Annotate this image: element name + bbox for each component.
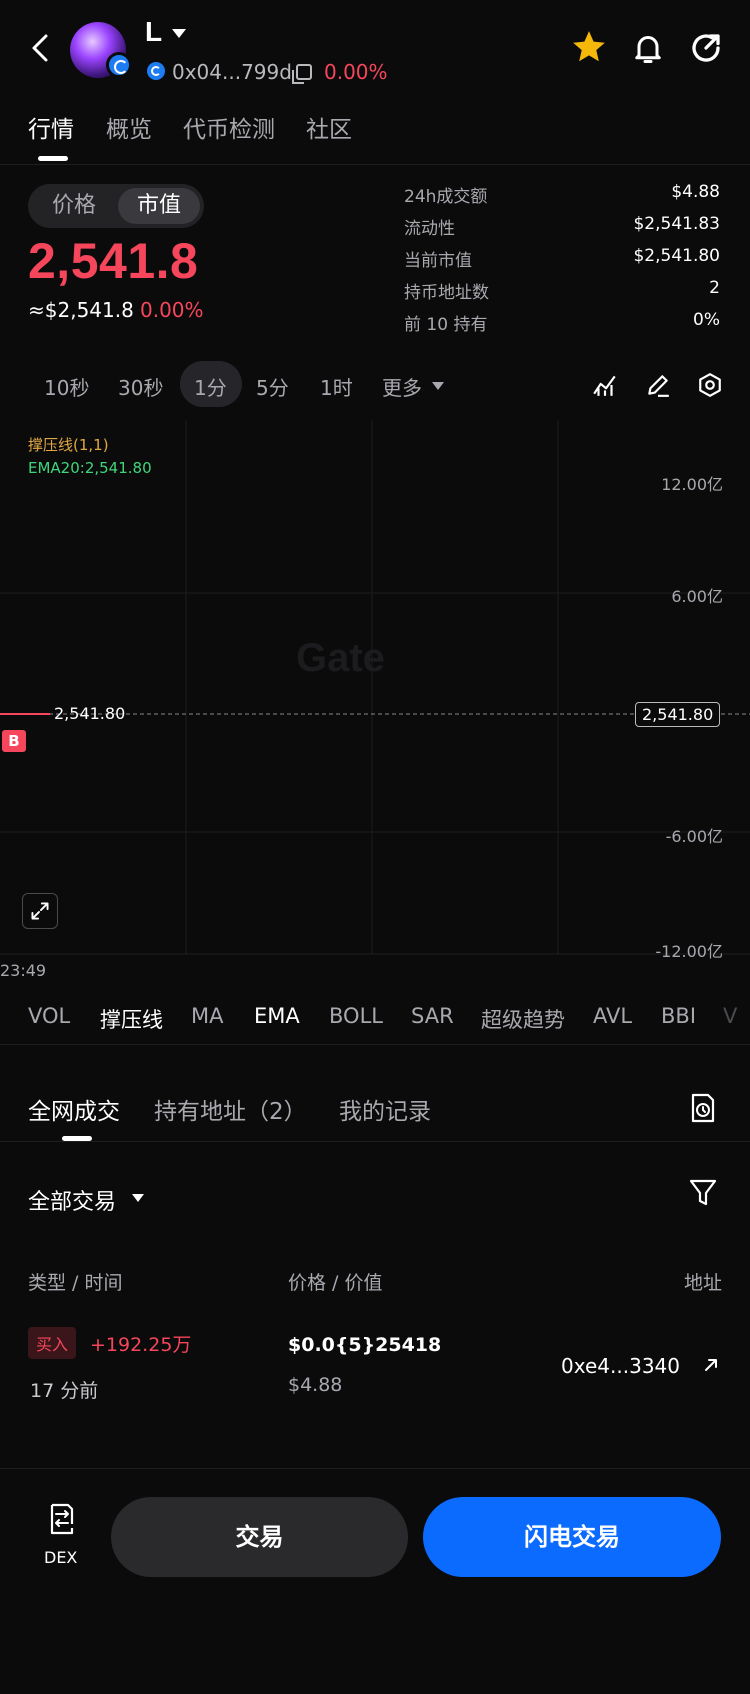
divider [0, 1044, 750, 1045]
tab-overview[interactable]: 概览 [106, 110, 152, 144]
y-axis-label: -6.00亿 [665, 827, 723, 846]
divider [0, 1468, 750, 1469]
copy-icon[interactable] [292, 64, 312, 84]
indicator-chart-icon[interactable] [592, 372, 618, 398]
trade-address-link[interactable]: 0xe4...3340 [561, 1354, 680, 1378]
dex-label[interactable]: DEX [44, 1548, 77, 1567]
indicator-ma[interactable]: MA [191, 1004, 223, 1028]
trade-value: $4.88 [288, 1374, 343, 1396]
price-line-label: 2,541.80 [54, 704, 126, 723]
token-name[interactable]: L [145, 16, 162, 48]
flash-trade-button[interactable]: 闪电交易 [423, 1497, 721, 1577]
stat-label-market-cap: 当前市值 [404, 251, 472, 271]
x-axis-time: 23:49 [0, 961, 47, 980]
divider [0, 164, 750, 165]
tab-token-check[interactable]: 代币检测 [183, 110, 275, 144]
indicator-supertrend[interactable]: 超级趋势 [481, 1004, 565, 1034]
trade-time: 17 分前 [30, 1380, 99, 1402]
contract-address: 0x04...799d [172, 60, 292, 84]
tab-all-trades[interactable]: 全网成交 [28, 1092, 120, 1126]
timeframe-30s[interactable]: 30秒 [118, 372, 163, 401]
indicator-ema[interactable]: EMA [254, 1004, 300, 1028]
main-price: 2,541.8 [28, 233, 199, 289]
timeframe-1m[interactable]: 1分 [194, 372, 227, 401]
trade-type-badge: 买入 [28, 1327, 77, 1359]
timeframe-more[interactable]: 更多 [382, 372, 422, 401]
trade-filter-dropdown[interactable]: 全部交易 [28, 1184, 116, 1216]
stat-label-top10: 前 10 持有 [404, 315, 488, 335]
stat-value-market-cap: $2,541.80 [633, 246, 720, 266]
tab-my-records[interactable]: 我的记录 [339, 1092, 431, 1126]
y-axis-label: 12.00亿 [661, 475, 723, 494]
column-type-time: 类型 / 时间 [28, 1272, 123, 1294]
stat-value-top10: 0% [693, 310, 720, 330]
timeframe-1h[interactable]: 1时 [320, 372, 353, 401]
back-icon[interactable] [26, 30, 56, 66]
tab-indicator [38, 156, 68, 161]
price-chart[interactable] [0, 420, 750, 955]
stat-label-volume: 24h成交额 [404, 187, 488, 207]
column-address: 地址 [683, 1272, 722, 1294]
current-price-tag: 2,541.80 [635, 702, 721, 727]
usd-price: ≈$2,541.8 [28, 298, 134, 322]
chevron-down-icon[interactable] [132, 1194, 144, 1202]
expand-chart-icon[interactable] [22, 893, 58, 929]
draw-pencil-icon[interactable] [645, 372, 671, 398]
stat-value-volume: $4.88 [671, 182, 720, 202]
indicator-boll[interactable]: BOLL [329, 1004, 383, 1028]
buy-marker[interactable]: B [2, 730, 26, 752]
indicator-sr[interactable]: 撑压线 [100, 1004, 163, 1034]
stat-label-holders: 持币地址数 [404, 283, 489, 303]
trade-price: $0.0{5}25418 [288, 1334, 442, 1356]
more-dropdown-icon[interactable] [432, 382, 444, 390]
chain-badge-icon [106, 52, 132, 78]
y-axis-label: 6.00亿 [671, 587, 723, 606]
overlay-support-resistance: 撑压线(1,1) [28, 436, 109, 454]
bell-icon[interactable] [630, 30, 666, 66]
token-dropdown-icon[interactable] [172, 29, 186, 38]
timeframe-10s[interactable]: 10秒 [44, 372, 89, 401]
header-change: 0.00% [324, 60, 388, 84]
share-icon[interactable] [688, 30, 724, 66]
indicator-sar[interactable]: SAR [411, 1004, 454, 1028]
toggle-price-button[interactable]: 价格 [32, 188, 116, 224]
stat-label-liquidity: 流动性 [404, 219, 455, 239]
stat-value-liquidity: $2,541.83 [633, 214, 720, 234]
overlay-ema20: EMA20:2,541.80 [28, 459, 152, 477]
stat-value-holders: 2 [709, 278, 720, 298]
indicator-avl[interactable]: AVL [593, 1004, 632, 1028]
tab-market[interactable]: 行情 [28, 110, 74, 144]
dex-swap-icon[interactable] [46, 1502, 78, 1536]
chain-icon [147, 62, 165, 80]
column-price-value: 价格 / 价值 [288, 1272, 383, 1294]
y-axis-label: -12.00亿 [655, 942, 723, 961]
trade-amount: +192.25万 [90, 1334, 192, 1356]
filter-funnel-icon[interactable] [688, 1176, 718, 1208]
external-link-arrow-icon[interactable] [700, 1354, 722, 1376]
settings-icon[interactable] [697, 372, 723, 398]
indicator-more[interactable]: V [723, 1004, 737, 1028]
indicator-vol[interactable]: VOL [28, 1004, 70, 1028]
toggle-market-cap-button[interactable]: 市值 [118, 188, 200, 224]
indicator-bbi[interactable]: BBI [661, 1004, 696, 1028]
timeframe-5m[interactable]: 5分 [256, 372, 289, 401]
tab-holders[interactable]: 持有地址（2） [154, 1092, 307, 1126]
divider [0, 1141, 750, 1142]
history-document-icon[interactable] [688, 1092, 718, 1124]
tab-community[interactable]: 社区 [306, 110, 352, 144]
trade-button[interactable]: 交易 [111, 1497, 408, 1577]
favorite-star-icon[interactable] [570, 28, 608, 66]
price-change: 0.00% [140, 298, 204, 322]
gate-watermark: Gate [296, 636, 385, 680]
